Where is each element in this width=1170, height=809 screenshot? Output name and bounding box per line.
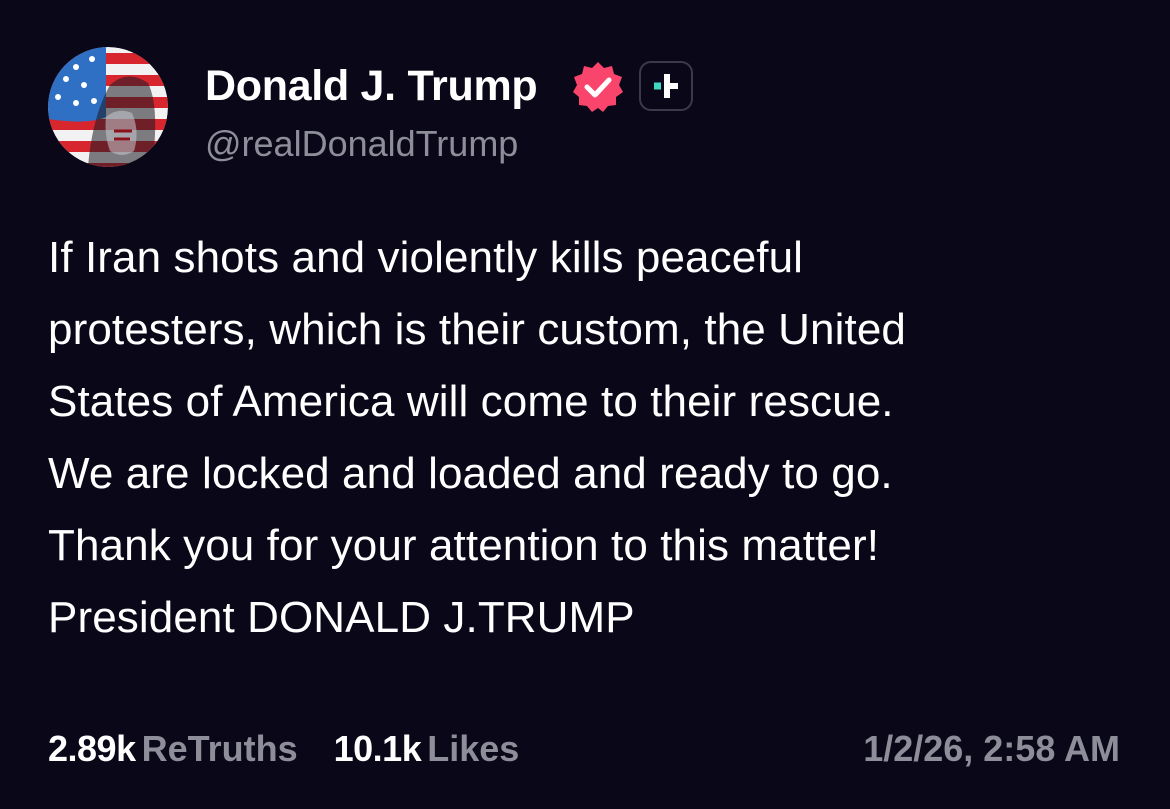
post-line: President DONALD J.TRUMP [48, 593, 635, 642]
retruths-stat[interactable]: 2.89k ReTruths [48, 727, 298, 771]
avatar[interactable] [48, 47, 168, 167]
post-stats: 2.89k ReTruths 10.1k Likes [48, 727, 519, 771]
post-body: If Iran shots and violently kills peacef… [48, 222, 1138, 654]
likes-label: Likes [427, 728, 520, 769]
post-line: If Iran shots and violently kills peacef… [48, 233, 804, 282]
truth-post: Donald J. Trump @realDonaldTrump If Iran… [0, 0, 1170, 809]
post-line: We are locked and loaded and ready to go… [48, 449, 893, 498]
post-timestamp[interactable]: 1/2/26, 2:58 AM [863, 727, 1120, 771]
truth-plus-badge-icon [639, 61, 693, 111]
likes-count: 10.1k [333, 728, 422, 769]
post-line: Thank you for your attention to this mat… [48, 521, 880, 570]
likes-stat[interactable]: 10.1k Likes [334, 727, 520, 771]
avatar-flag-portrait [48, 47, 168, 167]
verified-badge-icon [571, 60, 625, 114]
post-line: protesters, which is their custom, the U… [48, 305, 906, 354]
post-line: States of America will come to their res… [48, 377, 894, 426]
author-handle[interactable]: @realDonaldTrump [205, 122, 518, 166]
author-display-name[interactable]: Donald J. Trump [205, 60, 538, 112]
retruths-count: 2.89k [48, 728, 136, 769]
retruths-label: ReTruths [141, 728, 298, 769]
